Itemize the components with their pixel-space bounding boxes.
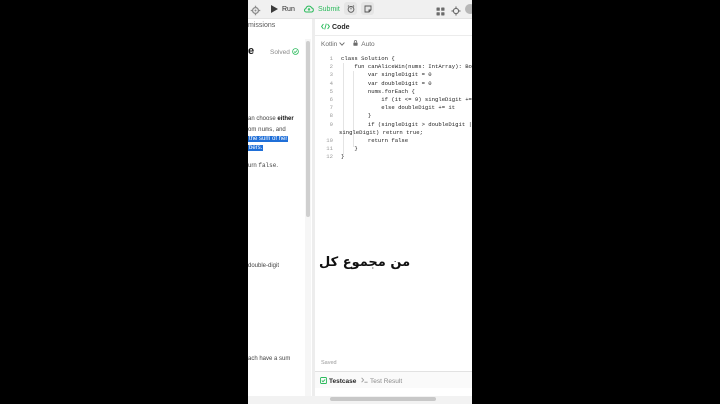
code-line: 9 if (singleDigit > doubleDigit || bbox=[315, 121, 472, 129]
line-number: 6 bbox=[329, 95, 333, 103]
code-line: 8 } bbox=[315, 112, 472, 120]
code-line: 11 } bbox=[315, 145, 472, 153]
run-label: Run bbox=[282, 5, 295, 13]
code-tab[interactable]: Code bbox=[320, 23, 350, 32]
console-tabs: Testcase Test Result bbox=[315, 371, 472, 388]
note-icon bbox=[364, 0, 372, 18]
code-line: 5 nums.forEach { bbox=[315, 88, 472, 96]
selected-text: bers. bbox=[248, 145, 264, 151]
run-button[interactable]: Run bbox=[268, 2, 298, 16]
code-line: 3 var singleDigit = 0 bbox=[315, 71, 472, 79]
example-double-digit: double-digit bbox=[248, 263, 280, 269]
line-number: 4 bbox=[329, 79, 333, 87]
code-text: } bbox=[341, 153, 345, 161]
code-editor[interactable]: 1 class Solution { 2 fun canAliceWin(nums… bbox=[315, 55, 472, 161]
code-text: if (singleDigit > doubleDigit || bbox=[341, 120, 472, 128]
line-number: 7 bbox=[329, 104, 333, 112]
description-line-3: the sum of her bbox=[248, 136, 289, 142]
solved-label: Solved bbox=[270, 49, 290, 56]
horizontal-scrollbar[interactable] bbox=[330, 397, 436, 401]
description-line-2: om nums, and bbox=[248, 126, 286, 133]
problem-title: e bbox=[248, 45, 255, 57]
description-text: om bbox=[248, 127, 259, 133]
chevron-down-icon[interactable] bbox=[339, 41, 345, 48]
code-line: 7 else doubleDigit += it bbox=[315, 104, 472, 112]
code-line: 4 var doubleDigit = 0 bbox=[315, 80, 472, 88]
top-toolbar: Run Submit bbox=[248, 0, 472, 19]
line-number: 12 bbox=[326, 153, 333, 161]
leetcode-workspace: Run Submit missions e Solved an choose e… bbox=[248, 0, 472, 404]
line-number: 5 bbox=[329, 87, 333, 95]
code-tab-label: Code bbox=[332, 24, 350, 31]
code-line: 1 class Solution { bbox=[315, 55, 472, 63]
editor-options: Kotlin Auto bbox=[321, 40, 375, 48]
code-panel-header: Code bbox=[315, 19, 472, 36]
avatar-icon[interactable] bbox=[465, 2, 472, 20]
line-number: 8 bbox=[329, 112, 333, 120]
arabic-caption-overlay: من مجموع كل bbox=[319, 255, 411, 270]
code-text: if (it <= 9) singleDigit += i bbox=[341, 95, 472, 103]
description-scrollbar[interactable] bbox=[306, 41, 310, 217]
testcase-label: Testcase bbox=[329, 378, 357, 385]
code-line: 10 return false bbox=[315, 137, 472, 145]
code-panel: Code Kotlin Auto 1 class Solution { 2 fun… bbox=[315, 19, 472, 404]
selected-text: the sum of her bbox=[248, 136, 289, 142]
code-text: fun canAliceWin(nums: IntArray): Bool bbox=[341, 63, 472, 71]
testcase-tab[interactable]: Testcase bbox=[320, 377, 356, 386]
gear-icon[interactable] bbox=[250, 3, 261, 17]
code-line: 12} bbox=[315, 153, 472, 161]
submit-label: Submit bbox=[318, 5, 340, 13]
submissions-tab[interactable]: missions bbox=[248, 22, 275, 29]
code-text: singleDigit) return true; bbox=[339, 128, 423, 136]
code-text: else doubleDigit += it bbox=[341, 104, 456, 112]
line-number: 9 bbox=[329, 120, 333, 128]
line-number: 11 bbox=[326, 145, 333, 153]
description-text: , and bbox=[272, 127, 286, 133]
inline-code: nums bbox=[258, 126, 273, 133]
description-panel: missions e Solved an choose either om nu… bbox=[248, 19, 312, 404]
line-number: 2 bbox=[329, 63, 333, 71]
code-text: return false bbox=[341, 136, 409, 144]
inline-code: false bbox=[258, 162, 277, 169]
example-sum-line: ach have a sum bbox=[248, 356, 291, 362]
saved-status: Saved bbox=[321, 360, 337, 366]
description-text: . bbox=[276, 163, 279, 169]
code-text: class Solution { bbox=[341, 55, 395, 62]
timer-button[interactable] bbox=[344, 2, 357, 15]
terminal-icon bbox=[361, 377, 368, 385]
line-number: 3 bbox=[329, 71, 333, 79]
return-line: urn false. bbox=[248, 162, 278, 169]
description-line-1: an choose either bbox=[248, 116, 294, 122]
test-result-label: Test Result bbox=[370, 377, 403, 385]
code-line-wrapped: singleDigit) return true; bbox=[315, 129, 472, 137]
description-text: an choose bbox=[248, 116, 278, 122]
code-text: } bbox=[341, 112, 372, 120]
code-brackets-icon bbox=[320, 23, 331, 32]
description-line-4: bers. bbox=[248, 145, 264, 151]
check-circle-icon bbox=[290, 48, 299, 57]
play-icon bbox=[271, 5, 278, 13]
solved-badge: Solved bbox=[270, 48, 299, 57]
code-text: } bbox=[341, 145, 358, 153]
test-result-tab[interactable]: Test Result bbox=[361, 377, 402, 385]
code-line: 6 if (it <= 9) singleDigit += i bbox=[315, 96, 472, 104]
code-line: 2 fun canAliceWin(nums: IntArray): Bool bbox=[315, 63, 472, 71]
description-text: urn bbox=[248, 163, 259, 169]
line-number: 1 bbox=[329, 55, 333, 62]
timer-icon bbox=[347, 0, 355, 18]
code-text: nums.forEach { bbox=[341, 87, 415, 95]
code-text: var doubleDigit = 0 bbox=[341, 79, 432, 87]
submit-button[interactable]: Submit bbox=[301, 2, 343, 16]
description-bold: either bbox=[277, 116, 294, 122]
line-number: 10 bbox=[326, 136, 333, 144]
lock-icon bbox=[353, 40, 358, 48]
language-select[interactable]: Kotlin bbox=[321, 41, 337, 48]
note-button[interactable] bbox=[361, 2, 374, 15]
code-text: var singleDigit = 0 bbox=[341, 71, 432, 79]
cloud-upload-icon bbox=[304, 5, 314, 13]
auto-mode-label[interactable]: Auto bbox=[361, 41, 374, 48]
checkbox-icon bbox=[320, 377, 327, 386]
